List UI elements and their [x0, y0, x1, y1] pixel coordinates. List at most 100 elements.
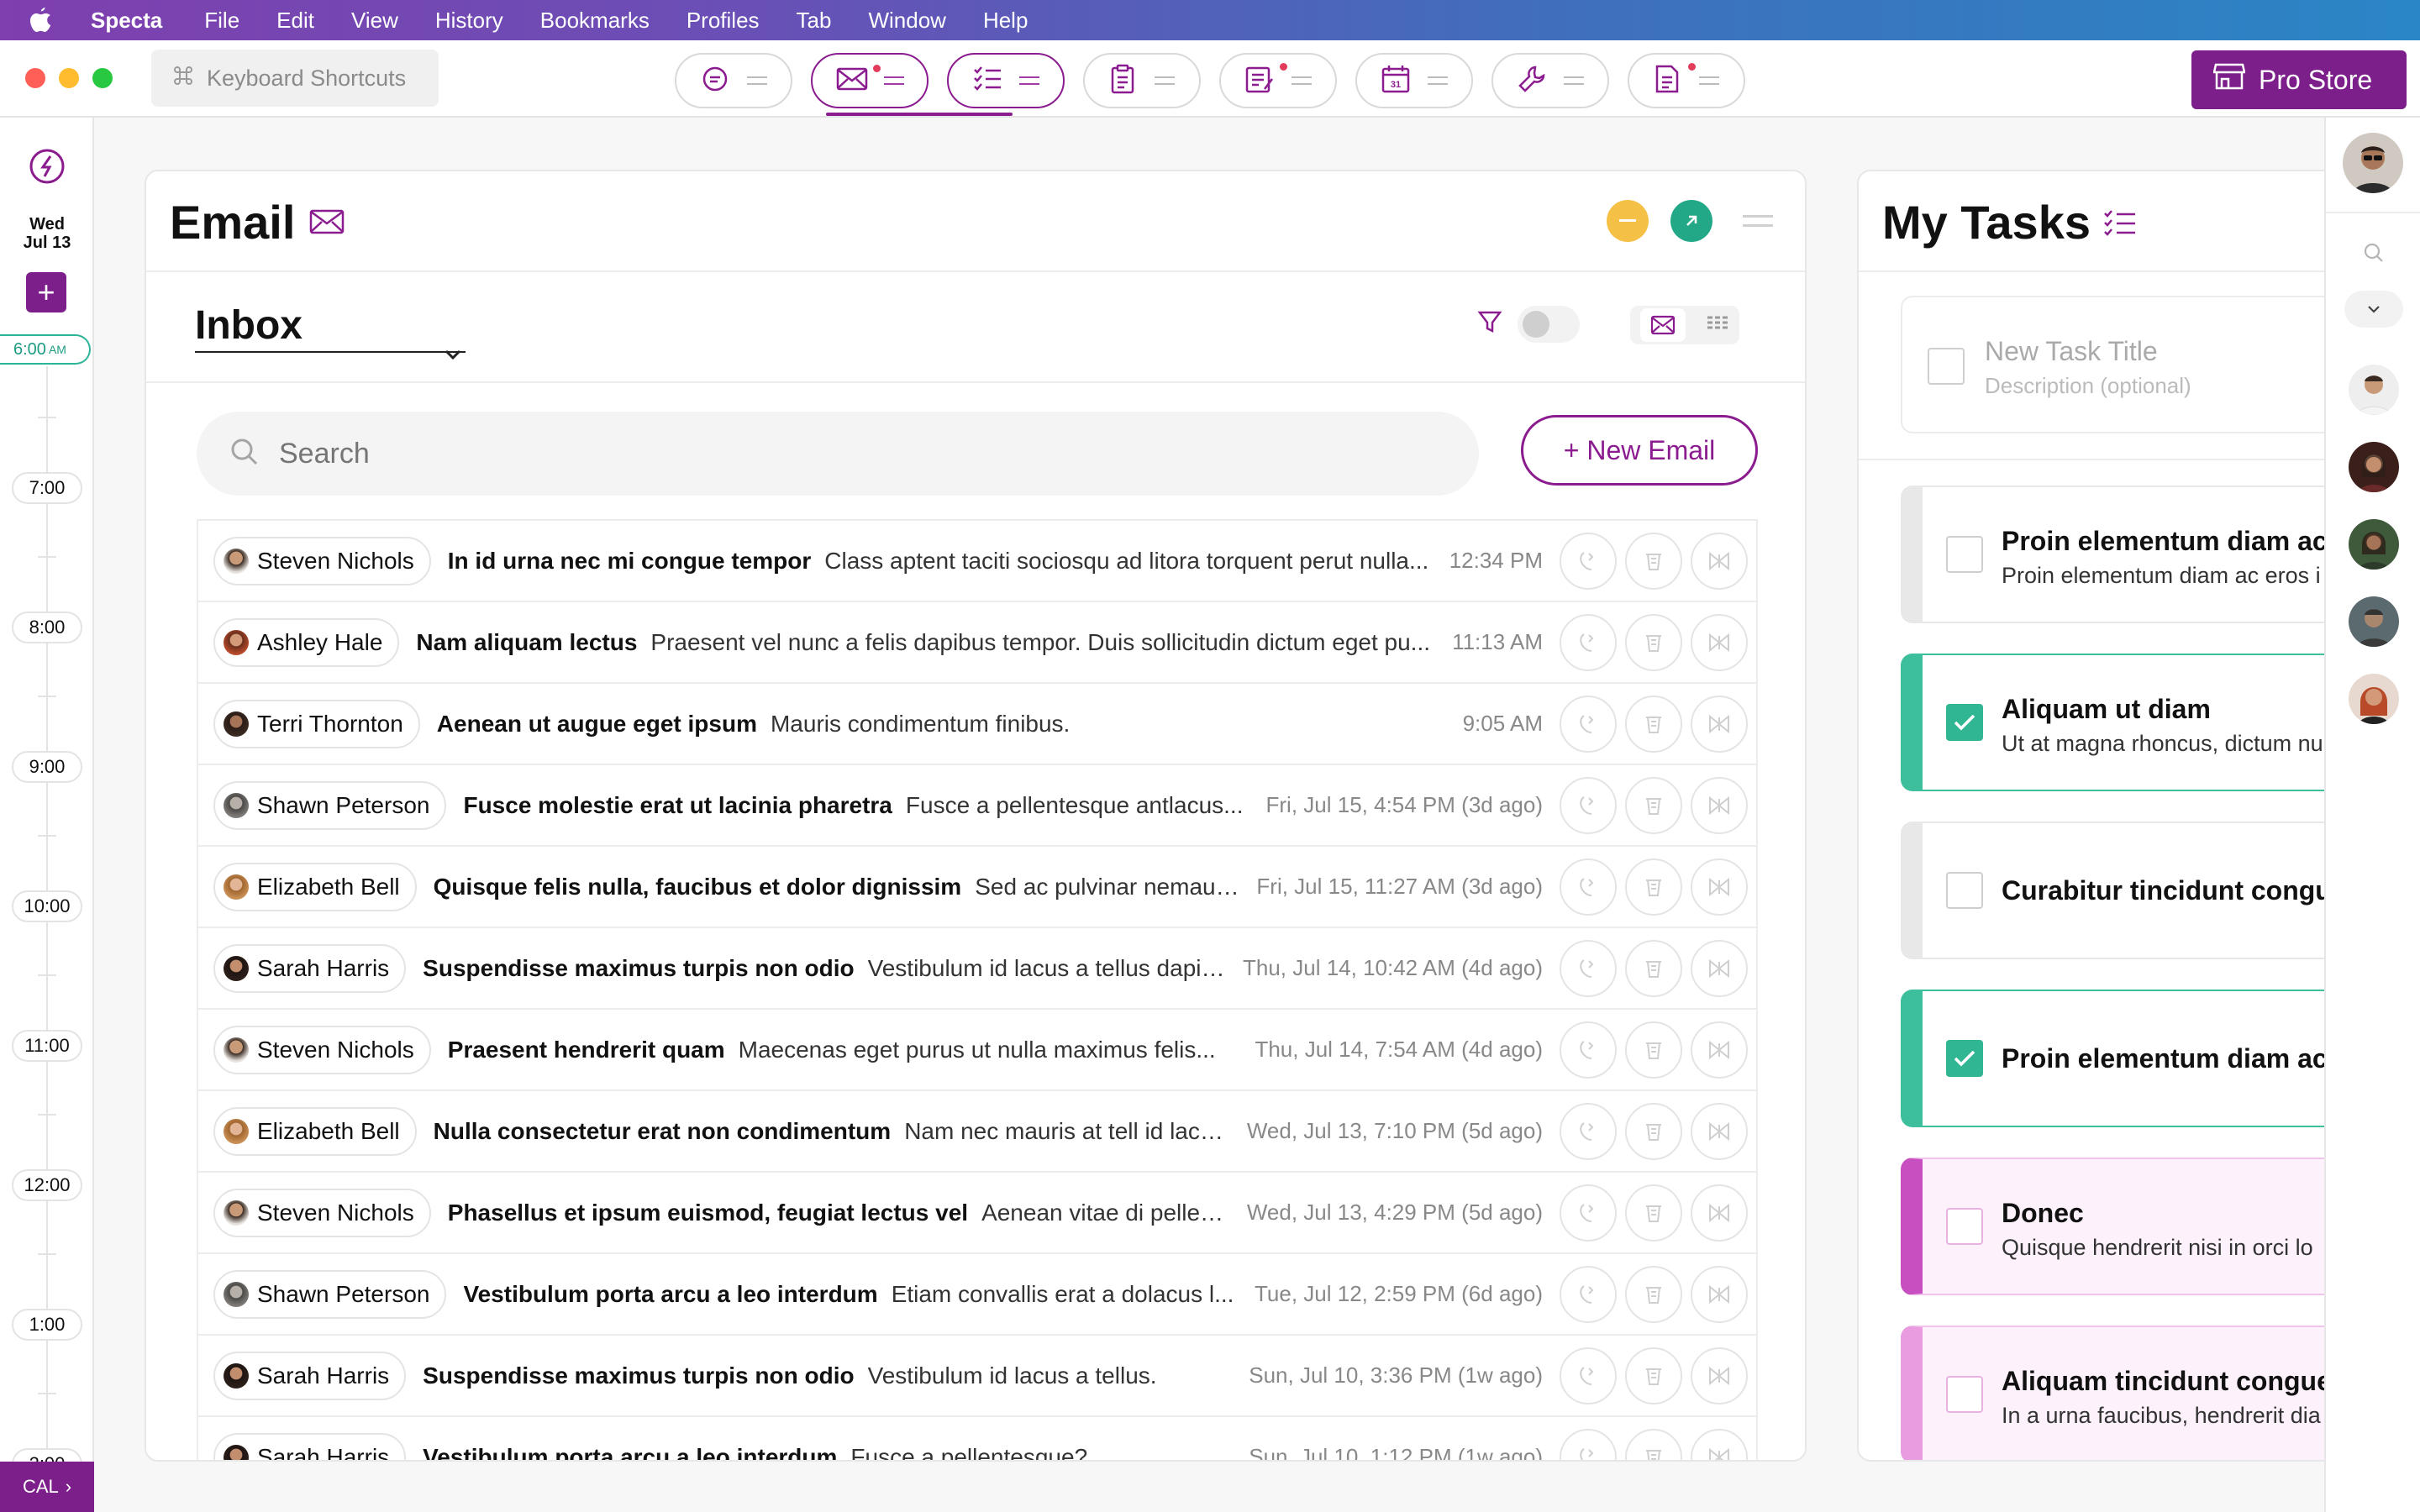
sender-chip[interactable]: Shawn Peterson — [213, 780, 447, 830]
minimize-panel-button[interactable] — [1607, 200, 1649, 242]
reply-icon[interactable] — [1560, 858, 1617, 916]
filter-toggle[interactable] — [1518, 306, 1580, 343]
sender-chip[interactable]: Terri Thornton — [213, 699, 420, 748]
tools-widget-button[interactable] — [1491, 53, 1609, 108]
snooze-icon[interactable] — [1691, 1184, 1748, 1242]
timer-logo-icon[interactable] — [29, 148, 66, 189]
folder-dropdown[interactable]: Inbox — [195, 302, 466, 360]
archive-icon[interactable] — [1625, 1347, 1682, 1404]
drag-handle-icon[interactable] — [1428, 76, 1448, 85]
snooze-icon[interactable] — [1691, 776, 1748, 834]
sender-chip[interactable]: Elizabeth Bell — [213, 862, 417, 911]
task-checkbox[interactable] — [1946, 872, 1983, 909]
email-row[interactable]: Shawn Peterson Fusce molestie erat ut la… — [198, 765, 1756, 847]
new-email-button[interactable]: + New Email — [1521, 415, 1758, 486]
snooze-icon[interactable] — [1691, 1428, 1748, 1460]
snooze-icon[interactable] — [1691, 695, 1748, 753]
drag-handle-icon[interactable] — [1564, 76, 1584, 85]
sender-chip[interactable]: Steven Nichols — [213, 1188, 431, 1237]
drag-handle-icon[interactable] — [883, 76, 904, 85]
search-icon[interactable] — [2363, 242, 2385, 268]
archive-icon[interactable] — [1625, 1428, 1682, 1460]
menu-bookmarks[interactable]: Bookmarks — [540, 8, 650, 34]
minimize-window-button[interactable] — [59, 68, 79, 88]
email-row[interactable]: Terri Thornton Aenean ut augue eget ipsu… — [198, 684, 1756, 765]
menu-app-name[interactable]: Specta — [91, 8, 162, 34]
menu-history[interactable]: History — [435, 8, 503, 34]
task-checkbox[interactable] — [1946, 1208, 1983, 1245]
add-event-button[interactable]: + — [26, 272, 66, 312]
new-task-title-input[interactable]: New Task Title — [1985, 336, 2158, 367]
notes-widget-button[interactable] — [1219, 53, 1337, 108]
email-row[interactable]: Steven Nichols Phasellus et ipsum euismo… — [198, 1173, 1756, 1254]
new-task-checkbox[interactable] — [1928, 348, 1965, 385]
sender-chip[interactable]: Steven Nichols — [213, 1025, 431, 1074]
menu-window[interactable]: Window — [868, 8, 945, 34]
archive-icon[interactable] — [1625, 1102, 1682, 1160]
sender-chip[interactable]: Sarah Harris — [213, 943, 407, 993]
snooze-icon[interactable] — [1691, 939, 1748, 997]
drag-handle-icon[interactable] — [1155, 76, 1175, 85]
email-row[interactable]: Sarah Harris Vestibulum porta arcu a leo… — [198, 1417, 1756, 1460]
email-row[interactable]: Sarah Harris Suspendisse maximus turpis … — [198, 1336, 1756, 1417]
expand-people-button[interactable] — [2344, 291, 2403, 328]
chat-widget-button[interactable] — [675, 53, 792, 108]
sender-chip[interactable]: Shawn Peterson — [213, 1269, 447, 1319]
reply-icon[interactable] — [1560, 695, 1617, 753]
snooze-icon[interactable] — [1691, 532, 1748, 590]
archive-icon[interactable] — [1625, 1184, 1682, 1242]
pro-store-button[interactable]: Pro Store — [2191, 50, 2407, 109]
documents-widget-button[interactable] — [1628, 53, 1745, 108]
task-checkbox[interactable] — [1946, 704, 1983, 741]
contact-avatar[interactable] — [2349, 674, 2399, 724]
contact-avatar[interactable] — [2349, 596, 2399, 647]
tasks-widget-button[interactable] — [947, 53, 1065, 108]
reply-icon[interactable] — [1560, 1102, 1617, 1160]
reply-icon[interactable] — [1560, 1184, 1617, 1242]
sender-chip[interactable]: Sarah Harris — [213, 1351, 407, 1400]
email-widget-button[interactable] — [811, 53, 929, 108]
email-row[interactable]: Shawn Peterson Vestibulum porta arcu a l… — [198, 1254, 1756, 1336]
sender-chip[interactable]: Elizabeth Bell — [213, 1106, 417, 1156]
menu-help[interactable]: Help — [983, 8, 1028, 34]
menu-file[interactable]: File — [204, 8, 239, 34]
snooze-icon[interactable] — [1691, 1347, 1748, 1404]
menu-edit[interactable]: Edit — [276, 8, 314, 34]
task-card[interactable]: Proin elementum diam ac e Proin elementu… — [1901, 486, 2328, 623]
task-card[interactable]: Donec Quisque hendrerit nisi in orci lo — [1901, 1158, 2328, 1295]
snooze-icon[interactable] — [1691, 613, 1748, 671]
email-row[interactable]: Elizabeth Bell Nulla consectetur erat no… — [198, 1091, 1756, 1173]
task-checkbox[interactable] — [1946, 536, 1983, 573]
reply-icon[interactable] — [1560, 1347, 1617, 1404]
reply-icon[interactable] — [1560, 532, 1617, 590]
task-card[interactable]: Aliquam ut diam Ut at magna rhoncus, dic… — [1901, 654, 2328, 791]
task-card[interactable]: Proin elementum diam ac e — [1901, 990, 2328, 1127]
archive-icon[interactable] — [1625, 1021, 1682, 1079]
task-card[interactable]: Curabitur tincidunt congue — [1901, 822, 2328, 959]
drag-handle-icon[interactable] — [1292, 76, 1312, 85]
sender-chip[interactable]: Ashley Hale — [213, 617, 400, 667]
apple-icon[interactable] — [24, 3, 57, 37]
search-input[interactable] — [279, 437, 1371, 470]
reply-icon[interactable] — [1560, 776, 1617, 834]
drag-handle-icon[interactable] — [747, 76, 767, 85]
list-view-button[interactable] — [1639, 308, 1686, 342]
zoom-window-button[interactable] — [92, 68, 113, 88]
task-checkbox[interactable] — [1946, 1376, 1983, 1413]
reply-icon[interactable] — [1560, 939, 1617, 997]
close-window-button[interactable] — [25, 68, 45, 88]
reply-icon[interactable] — [1560, 1021, 1617, 1079]
reply-icon[interactable] — [1560, 1428, 1617, 1460]
archive-icon[interactable] — [1625, 613, 1682, 671]
task-card[interactable]: Aliquam tincidunt congue In a urna fauci… — [1901, 1326, 2328, 1460]
email-row[interactable]: Steven Nichols In id urna nec mi congue … — [198, 521, 1756, 602]
archive-icon[interactable] — [1625, 695, 1682, 753]
panel-drag-handle[interactable] — [1743, 215, 1773, 227]
calendar-widget-button[interactable]: 31 — [1355, 53, 1473, 108]
clipboard-widget-button[interactable] — [1083, 53, 1201, 108]
reply-icon[interactable] — [1560, 1265, 1617, 1323]
filter-icon[interactable] — [1477, 309, 1502, 339]
archive-icon[interactable] — [1625, 776, 1682, 834]
expand-panel-button[interactable] — [1670, 200, 1712, 242]
menu-tab[interactable]: Tab — [797, 8, 832, 34]
